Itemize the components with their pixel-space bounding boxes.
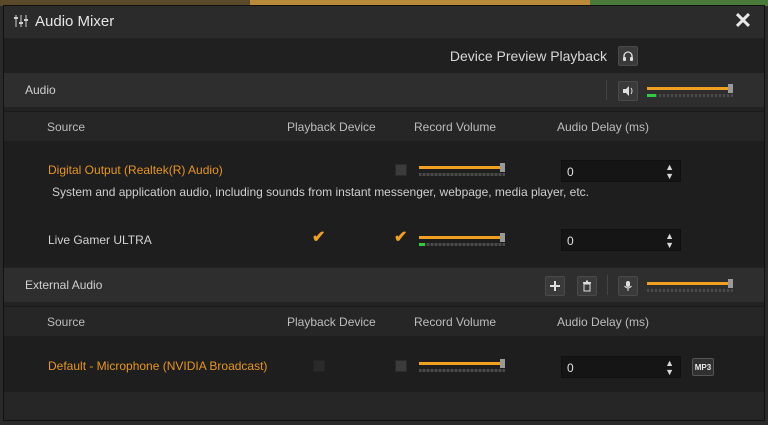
external-master-volume-slider[interactable]	[647, 279, 735, 295]
speaker-icon[interactable]	[618, 81, 638, 101]
level-meter	[419, 173, 505, 176]
audio-delay-value: 0	[567, 165, 574, 179]
column-playback-device: Playback Device	[287, 120, 376, 134]
audio-delay-value: 0	[567, 234, 574, 248]
column-audio-delay: Audio Delay (ms)	[557, 120, 650, 134]
source-name: Live Gamer ULTRA	[48, 233, 152, 247]
volume-track	[647, 282, 730, 285]
volume-thumb[interactable]	[500, 359, 505, 368]
level-fill	[647, 94, 656, 97]
column-record-volume: Record Volume	[414, 120, 497, 134]
level-meter	[647, 289, 733, 292]
external-column-headers: Source Playback Device Record Volume Aud…	[4, 306, 764, 337]
microphone-icon[interactable]	[618, 276, 638, 296]
playback-checkbox-checked[interactable]: ✔	[312, 230, 325, 246]
device-preview-label: Device Preview Playback	[449, 48, 607, 64]
audio-sources-list: Digital Output (Realtek(R) Audio) 0 ▲ ▼ …	[4, 141, 764, 267]
headphones-icon[interactable]	[618, 46, 638, 66]
volume-thumb[interactable]	[500, 163, 505, 172]
device-preview-row: Device Preview Playback	[4, 39, 764, 73]
trash-icon[interactable]	[577, 276, 597, 296]
decrement-icon[interactable]: ▼	[665, 172, 674, 181]
decrement-icon[interactable]: ▼	[665, 368, 674, 377]
volume-track	[419, 166, 502, 169]
record-checkbox[interactable]	[395, 164, 407, 176]
level-meter	[419, 243, 505, 246]
external-sources-list: Default - Microphone (NVIDIA Broadcast) …	[4, 336, 764, 392]
plus-icon[interactable]	[545, 276, 565, 296]
source-description: System and application audio, including …	[52, 185, 589, 199]
footer-area	[4, 392, 764, 420]
volume-thumb[interactable]	[500, 233, 505, 242]
level-fill	[419, 243, 425, 246]
close-icon[interactable]: ✕	[732, 9, 754, 33]
external-audio-section-header: External Audio	[4, 268, 764, 302]
record-volume-slider[interactable]	[419, 163, 507, 179]
mp3-button[interactable]: MP3	[692, 358, 714, 376]
column-record-volume: Record Volume	[414, 315, 497, 329]
column-playback-device: Playback Device	[287, 315, 376, 329]
audio-master-volume-slider[interactable]	[647, 84, 735, 100]
audio-delay-value: 0	[567, 361, 574, 375]
column-source: Source	[47, 120, 86, 134]
volume-track	[419, 236, 502, 239]
playback-checkbox[interactable]	[313, 360, 325, 372]
column-audio-delay: Audio Delay (ms)	[557, 315, 650, 329]
audio-column-headers: Source Playback Device Record Volume Aud…	[4, 111, 764, 142]
audio-section-header: Audio	[4, 73, 764, 107]
record-checkbox-checked[interactable]: ✔	[394, 230, 407, 246]
volume-thumb[interactable]	[728, 84, 733, 93]
audio-delay-input[interactable]: 0 ▲ ▼	[561, 160, 681, 182]
audio-delay-input[interactable]: 0 ▲ ▼	[561, 356, 681, 378]
volume-track	[419, 362, 502, 365]
audio-delay-input[interactable]: 0 ▲ ▼	[561, 229, 681, 251]
volume-thumb[interactable]	[728, 279, 733, 288]
decrement-icon[interactable]: ▼	[665, 241, 674, 250]
record-volume-slider[interactable]	[419, 359, 507, 375]
level-meter	[647, 94, 733, 97]
divider	[607, 275, 608, 295]
window-title: Audio Mixer	[35, 13, 115, 30]
record-volume-slider[interactable]	[419, 233, 507, 249]
title-bar[interactable]: Audio Mixer ✕	[4, 6, 764, 38]
level-meter	[419, 369, 505, 372]
audio-section-label: Audio	[25, 83, 56, 97]
audio-mixer-window: Audio Mixer ✕ Device Preview Playback Au…	[4, 6, 764, 420]
volume-track	[647, 87, 730, 90]
mixer-sliders-icon	[14, 15, 28, 27]
divider	[606, 80, 607, 100]
column-source: Source	[47, 315, 86, 329]
external-audio-section-label: External Audio	[25, 278, 103, 292]
source-name: Digital Output (Realtek(R) Audio)	[48, 163, 223, 177]
source-name: Default - Microphone (NVIDIA Broadcast)	[48, 359, 268, 373]
record-checkbox[interactable]	[395, 360, 407, 372]
